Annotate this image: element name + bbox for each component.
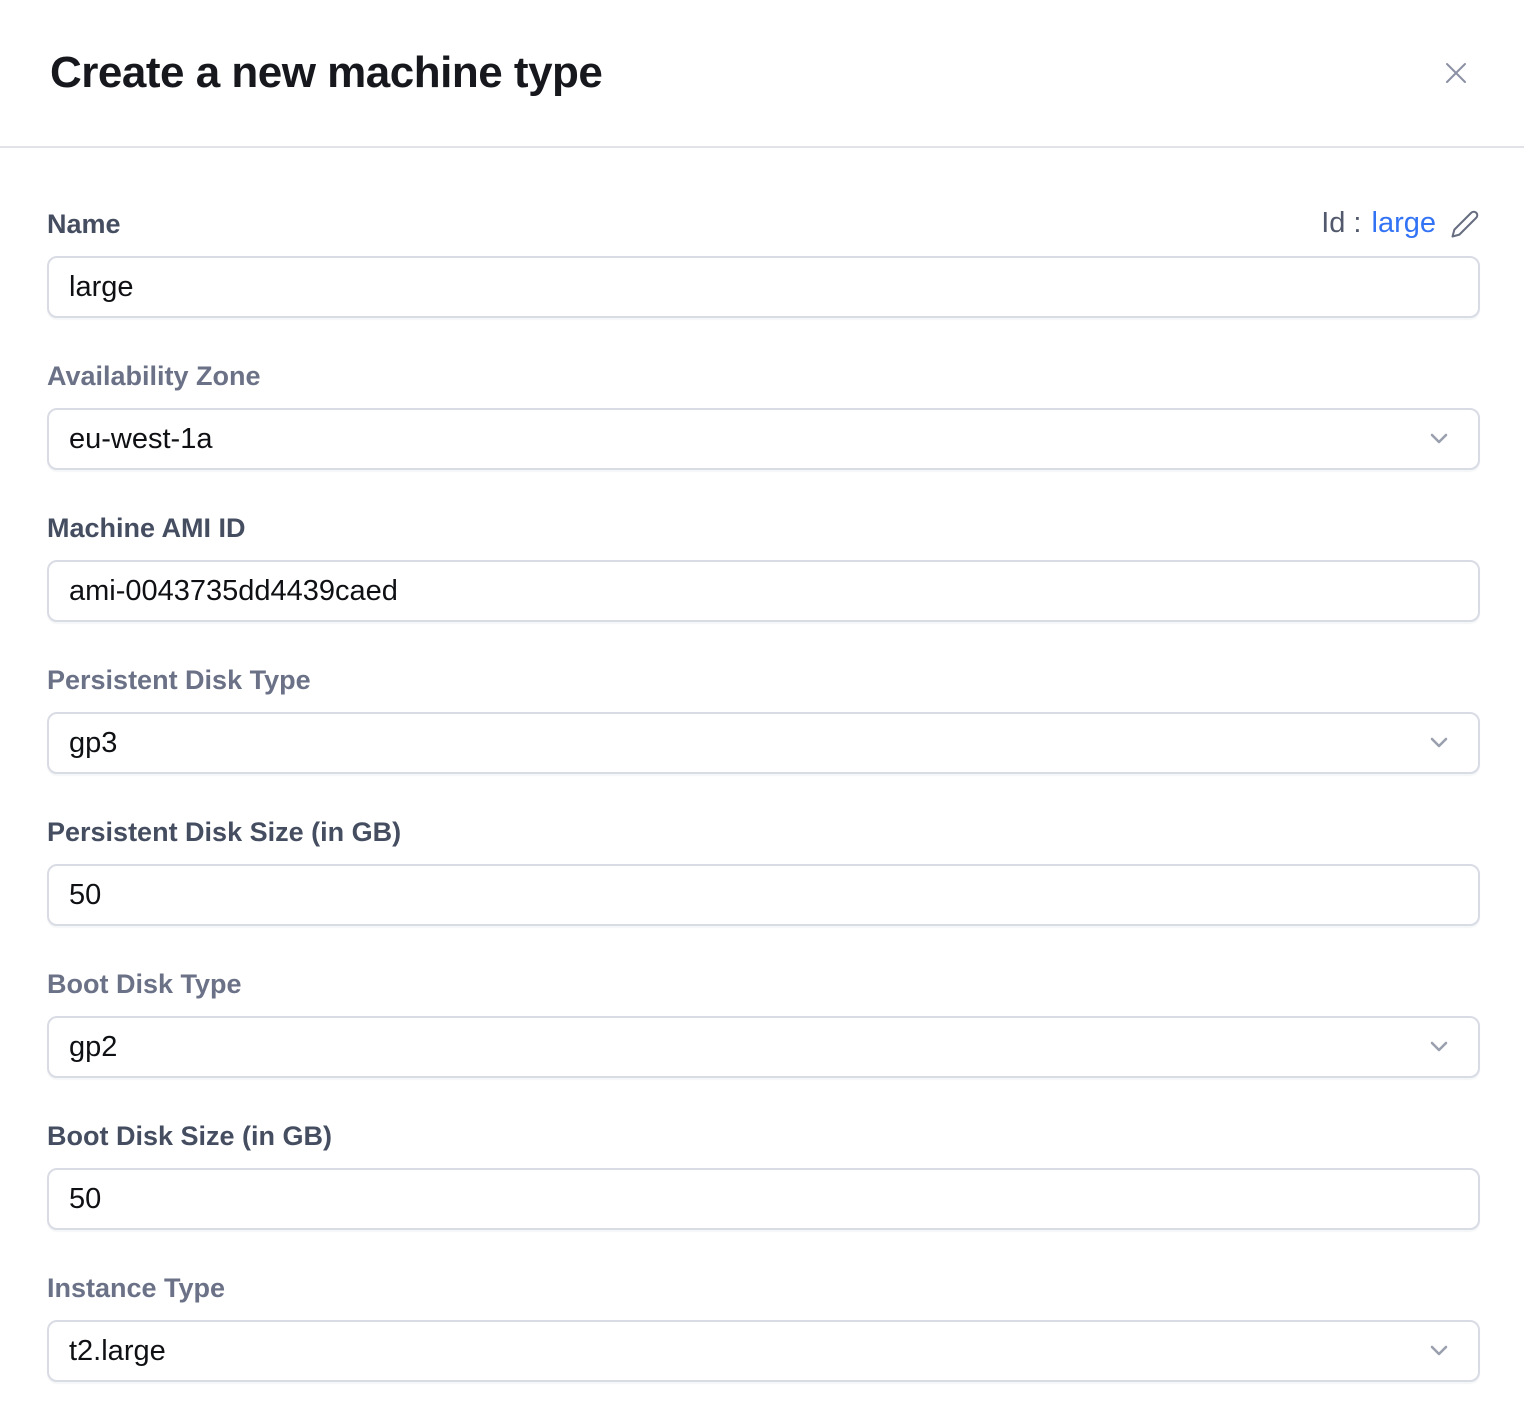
edit-id-button[interactable] xyxy=(1446,209,1480,239)
chevron-down-icon xyxy=(1424,424,1454,454)
boot-disk-type-value: gp2 xyxy=(69,1031,117,1064)
persistent-disk-type-value: gp3 xyxy=(69,727,117,760)
field-group-persistent-disk-size: Persistent Disk Size (in GB) xyxy=(47,816,1480,926)
field-group-availability-zone: Availability Zone eu-west-1a xyxy=(47,360,1480,470)
availability-zone-label: Availability Zone xyxy=(47,360,261,392)
modal-header: Create a new machine type xyxy=(0,0,1524,148)
boot-disk-size-label: Boot Disk Size (in GB) xyxy=(47,1120,332,1152)
persistent-disk-size-label: Persistent Disk Size (in GB) xyxy=(47,816,401,848)
instance-type-select[interactable]: t2.large xyxy=(47,1320,1480,1382)
boot-disk-type-select[interactable]: gp2 xyxy=(47,1016,1480,1078)
chevron-down-icon xyxy=(1424,728,1454,758)
availability-zone-value: eu-west-1a xyxy=(69,423,212,456)
id-value: large xyxy=(1372,207,1437,240)
create-machine-type-modal: Create a new machine type Name Id : larg… xyxy=(0,0,1524,1428)
availability-zone-select[interactable]: eu-west-1a xyxy=(47,408,1480,470)
modal-body: Name Id : large Availability Zone xyxy=(0,148,1524,1428)
chevron-down-icon xyxy=(1424,1032,1454,1062)
field-group-name: Name Id : large xyxy=(47,207,1480,318)
instance-type-value: t2.large xyxy=(69,1335,166,1368)
page-title: Create a new machine type xyxy=(50,48,602,98)
persistent-disk-type-select[interactable]: gp3 xyxy=(47,712,1480,774)
persistent-disk-type-label: Persistent Disk Type xyxy=(47,664,311,696)
field-group-persistent-disk-type: Persistent Disk Type gp3 xyxy=(47,664,1480,774)
field-group-machine-ami-id: Machine AMI ID xyxy=(47,512,1480,622)
id-display: Id : large xyxy=(1321,207,1480,240)
boot-disk-size-input[interactable] xyxy=(47,1168,1480,1230)
name-label: Name xyxy=(47,208,121,240)
persistent-disk-size-input[interactable] xyxy=(47,864,1480,926)
boot-disk-type-label: Boot Disk Type xyxy=(47,968,242,1000)
field-group-boot-disk-type: Boot Disk Type gp2 xyxy=(47,968,1480,1078)
close-button[interactable] xyxy=(1430,47,1482,99)
machine-ami-id-label: Machine AMI ID xyxy=(47,512,246,544)
name-input[interactable] xyxy=(47,256,1480,318)
machine-ami-id-input[interactable] xyxy=(47,560,1480,622)
close-icon xyxy=(1439,56,1473,90)
instance-type-label: Instance Type xyxy=(47,1272,225,1304)
id-prefix: Id : xyxy=(1321,207,1361,240)
edit-pencil-icon xyxy=(1450,209,1480,239)
chevron-down-icon xyxy=(1424,1336,1454,1366)
field-group-instance-type: Instance Type t2.large xyxy=(47,1272,1480,1382)
field-group-boot-disk-size: Boot Disk Size (in GB) xyxy=(47,1120,1480,1230)
